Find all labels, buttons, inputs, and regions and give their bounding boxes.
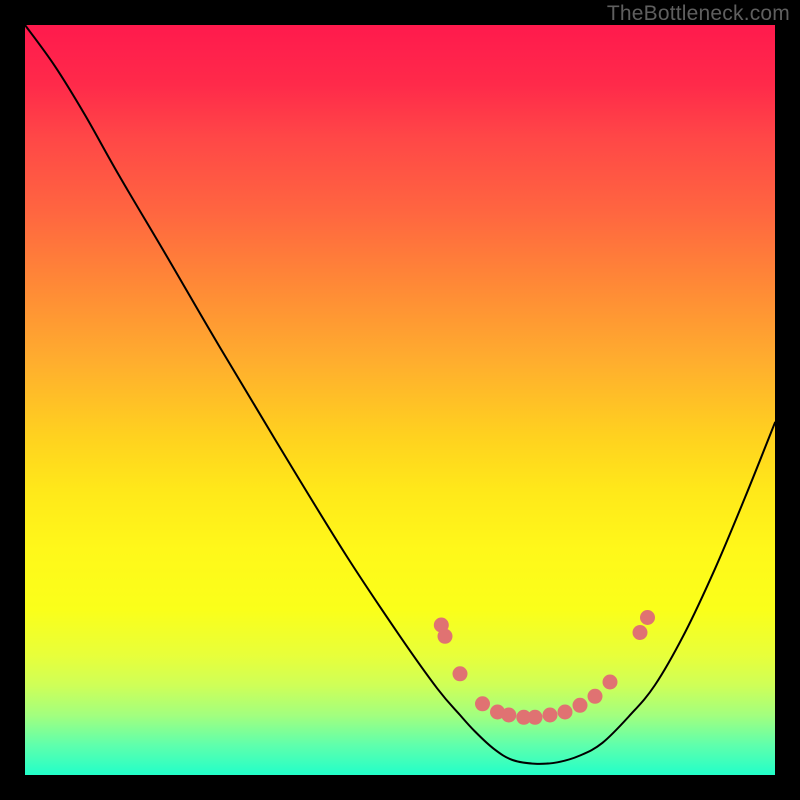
data-marker [588, 689, 603, 704]
data-marker [528, 710, 543, 725]
data-marker [501, 708, 516, 723]
data-marker [573, 698, 588, 713]
watermark-text: TheBottleneck.com [607, 2, 790, 26]
curve-markers [434, 610, 655, 725]
curve-line [25, 25, 775, 764]
data-marker [633, 625, 648, 640]
data-marker [453, 666, 468, 681]
data-marker [438, 629, 453, 644]
data-marker [475, 696, 490, 711]
data-marker [640, 610, 655, 625]
chart-area [25, 25, 775, 775]
chart-svg [25, 25, 775, 775]
data-marker [558, 705, 573, 720]
data-marker [543, 708, 558, 723]
data-marker [603, 675, 618, 690]
